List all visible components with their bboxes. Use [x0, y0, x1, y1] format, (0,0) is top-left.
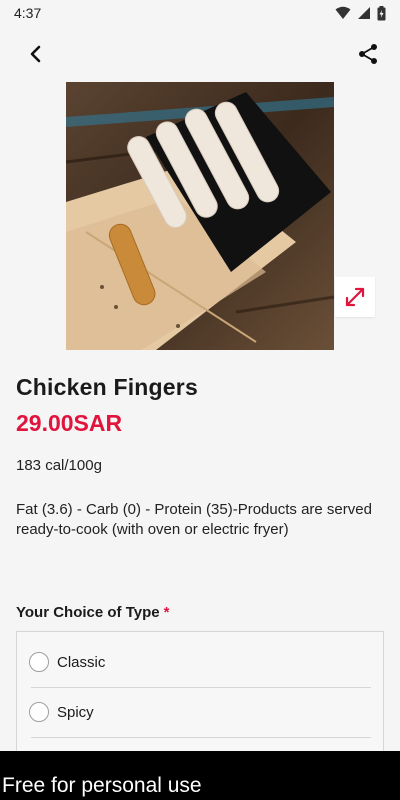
- option-label: Classic: [57, 653, 106, 671]
- product-calories: 183 cal/100g: [16, 457, 102, 474]
- expand-icon: [345, 287, 365, 307]
- status-icons: [335, 5, 386, 21]
- signal-icon: [358, 7, 370, 19]
- required-marker: *: [163, 604, 170, 621]
- option-spicy[interactable]: Spicy: [29, 687, 370, 737]
- product-title: Chicken Fingers: [16, 374, 198, 400]
- status-bar: 4:37: [0, 0, 400, 26]
- back-button[interactable]: [20, 38, 52, 70]
- share-button[interactable]: [352, 38, 384, 70]
- choice-title-label: Your Choice of Type: [16, 604, 160, 621]
- radio-button[interactable]: [29, 652, 49, 672]
- choice-section-title: Your Choice of Type *: [16, 604, 169, 621]
- option-classic[interactable]: Classic: [29, 637, 370, 687]
- status-time: 4:37: [14, 5, 42, 21]
- radio-button[interactable]: [29, 702, 49, 722]
- option-divider: [31, 737, 371, 738]
- product-description: Fat (3.6) - Carb (0) - Protein (35)-Prod…: [16, 501, 372, 538]
- chicken-fingers-photo: [66, 82, 334, 350]
- watermark-text: Free for personal use: [2, 774, 202, 797]
- wifi-icon: [335, 6, 351, 19]
- option-label: Spicy: [57, 703, 94, 721]
- arrow-back-icon: [30, 45, 41, 63]
- share-icon: [359, 44, 377, 64]
- battery-icon: [377, 5, 386, 20]
- product-image[interactable]: [66, 82, 334, 350]
- options-list: Classic Spicy: [16, 631, 384, 771]
- watermark-bar: Free for personal use: [0, 751, 400, 800]
- expand-image-button[interactable]: [335, 277, 375, 317]
- app-bar: [0, 26, 400, 82]
- product-price: 29.00SAR: [16, 410, 123, 436]
